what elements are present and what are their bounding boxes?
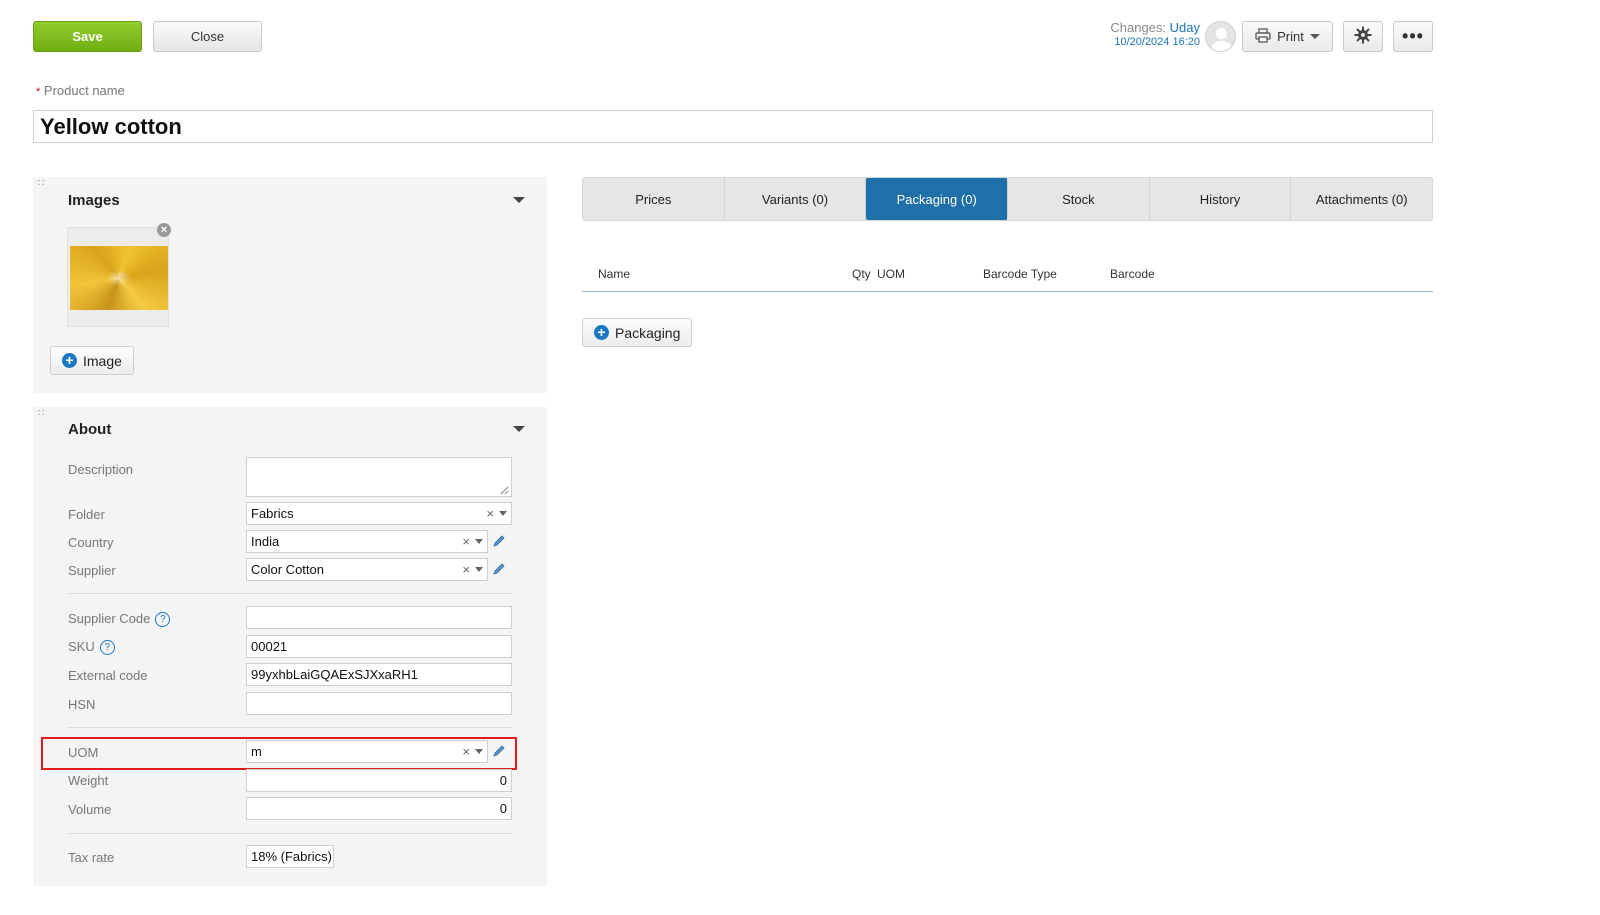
changes-user-link[interactable]: Uday [1170,20,1200,35]
caret-down-icon[interactable] [513,426,525,432]
product-image [70,246,168,310]
clear-icon[interactable]: × [462,534,470,549]
images-panel: ∷ Images × + Image [33,177,547,393]
folder-value: Fabrics [251,506,294,521]
country-value: India [251,534,280,549]
weight-label: Weight [68,773,109,788]
image-thumbnail[interactable] [67,227,169,327]
add-image-label: Image [83,352,122,369]
add-image-button[interactable]: + Image [50,346,134,375]
about-panel-title: About [68,421,112,438]
table-header-divider [582,291,1433,292]
gear-icon [1354,26,1372,47]
plus-circle-icon: + [594,325,609,340]
add-packaging-button[interactable]: + Packaging [582,318,693,347]
sku-label: SKU? [68,639,115,655]
hsn-input[interactable] [246,692,512,715]
column-header-name: Name [598,267,631,281]
changes-date: 10/20/2024 16:20 [1114,36,1200,48]
tab-prices[interactable]: Prices [583,178,725,220]
sku-input[interactable]: 00021 [246,635,512,658]
pencil-icon[interactable] [492,562,506,576]
supplier-code-input[interactable] [246,606,512,629]
chevron-down-icon[interactable] [475,567,483,572]
country-select[interactable]: India × [246,530,488,553]
volume-label: Volume [68,802,112,817]
save-button[interactable]: Save [33,21,142,52]
tab-variants[interactable]: Variants (0) [725,178,867,220]
changes-info: Changes: Uday 10/20/2024 16:20 [1040,21,1200,49]
tab-bar: Prices Variants (0) Packaging (0) Stock … [582,177,1433,221]
column-header-barcode-type: Barcode Type [983,267,1057,281]
more-options-button[interactable]: ••• [1393,21,1433,52]
tax-rate-label: Tax rate [68,850,115,865]
chevron-down-icon[interactable] [475,539,483,544]
ellipsis-icon: ••• [1402,26,1424,46]
external-code-label: External code [68,668,148,683]
description-textarea[interactable] [246,457,512,497]
clear-icon[interactable]: × [462,562,470,577]
divider [68,833,512,834]
resize-handle-icon[interactable] [499,485,509,495]
help-icon[interactable]: ? [155,612,171,627]
print-label: Print [1277,29,1304,44]
printer-icon [1255,27,1271,46]
supplier-value: Color Cotton [251,562,324,577]
tab-packaging[interactable]: Packaging (0) [866,178,1009,220]
clear-icon[interactable]: × [486,506,494,521]
settings-button[interactable] [1343,21,1383,52]
close-button[interactable]: Close [153,21,262,52]
tax-rate-select[interactable]: 18% (Fabrics) [246,845,334,868]
description-label: Description [68,462,134,477]
external-code-input[interactable]: 99yxhbLaiGQAExSJXxaRH1 [246,663,512,686]
uom-highlight-box [41,737,517,770]
country-label: Country [68,535,114,550]
product-name-label: * Product name [36,83,125,98]
volume-input[interactable]: 0 [246,797,512,820]
tab-attachments[interactable]: Attachments (0) [1291,178,1432,220]
supplier-label: Supplier [68,563,116,578]
product-name-input[interactable]: Yellow cotton [33,110,1433,143]
drag-handle-icon[interactable]: ∷ [38,179,44,189]
divider [68,593,512,594]
pencil-icon[interactable] [492,534,506,548]
supplier-code-label: Supplier Code? [68,611,171,627]
caret-down-icon[interactable] [513,197,525,203]
about-panel: ∷ About Description Folder Fabrics × Cou… [33,407,547,886]
required-mark: * [36,86,41,98]
weight-input[interactable]: 0 [246,769,512,792]
chevron-down-icon[interactable] [499,511,507,516]
tab-stock[interactable]: Stock [1008,178,1150,220]
plus-circle-icon: + [62,353,77,368]
hsn-label: HSN [68,697,96,712]
images-panel-title: Images [68,192,120,209]
chevron-down-icon [1309,34,1320,39]
divider [68,727,512,728]
supplier-code-label-text: Supplier Code [68,611,151,626]
help-icon[interactable]: ? [99,640,115,655]
sku-label-text: SKU [68,639,95,654]
remove-image-icon[interactable]: × [157,223,171,237]
column-header-qty: Qty [852,267,871,281]
print-button[interactable]: Print [1242,21,1333,52]
supplier-select[interactable]: Color Cotton × [246,558,488,581]
folder-label: Folder [68,507,105,522]
changes-label: Changes: [1110,20,1167,35]
tab-history[interactable]: History [1150,178,1292,220]
avatar[interactable] [1205,21,1236,52]
drag-handle-icon[interactable]: ∷ [38,409,44,419]
product-name-label-text: Product name [43,83,125,98]
column-header-uom: UOM [877,267,905,281]
add-packaging-label: Packaging [615,324,681,341]
folder-select[interactable]: Fabrics × [246,502,512,525]
column-header-barcode: Barcode [1110,267,1155,281]
